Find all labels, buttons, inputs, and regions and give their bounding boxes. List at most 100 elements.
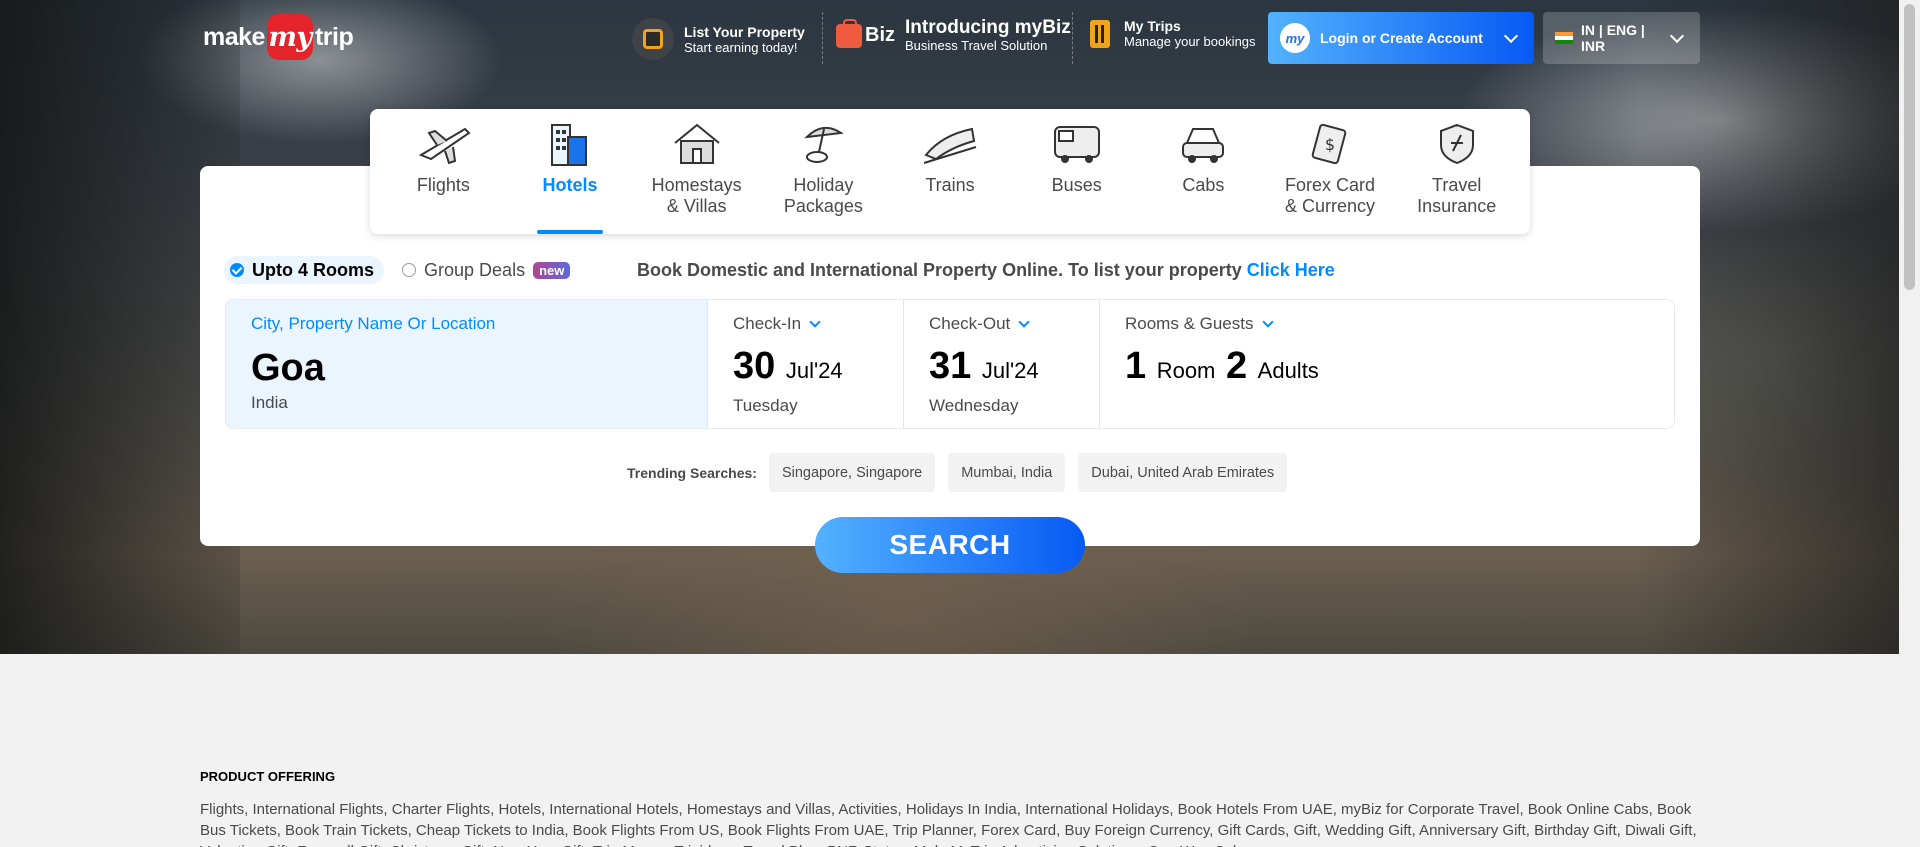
tab-trains[interactable]: Trains bbox=[887, 109, 1014, 234]
tab-label: Buses bbox=[1051, 175, 1102, 195]
login-avatar-icon: my bbox=[1280, 23, 1310, 53]
trending-chip[interactable]: Singapore, Singapore bbox=[768, 453, 936, 492]
tab-buses[interactable]: Buses bbox=[1013, 109, 1140, 234]
my-trips-subtitle: Manage your bookings bbox=[1124, 34, 1256, 49]
trending-chip[interactable]: Mumbai, India bbox=[948, 453, 1066, 492]
checkout-field[interactable]: Check-Out 31 Jul'24 Wednesday bbox=[904, 300, 1100, 428]
city-field[interactable]: City, Property Name Or Location Goa Indi… bbox=[226, 300, 708, 428]
tab-label: Homestays & Villas bbox=[651, 175, 742, 216]
suitcase-icon bbox=[1090, 19, 1110, 48]
login-button[interactable]: my Login or Create Account bbox=[1268, 12, 1534, 64]
homestay-icon bbox=[669, 121, 725, 167]
city-country: India bbox=[251, 393, 288, 412]
click-here-link[interactable]: Click Here bbox=[1247, 260, 1335, 280]
logo-text-trip: trip bbox=[314, 22, 354, 51]
property-icon bbox=[632, 18, 674, 60]
tab-label: Travel Insurance bbox=[1417, 175, 1497, 216]
makemytrip-logo[interactable]: make my trip bbox=[203, 14, 354, 60]
cab-icon bbox=[1175, 121, 1231, 167]
hotel-icon bbox=[542, 121, 598, 167]
tab-label: Hotels bbox=[542, 175, 598, 195]
header-divider bbox=[1072, 12, 1073, 64]
logo-text-make: make bbox=[203, 22, 265, 51]
group-deals-label: Group Deals bbox=[424, 259, 526, 280]
product-offering-section: PRODUCT OFFERING Flights, International … bbox=[200, 769, 1700, 847]
search-button[interactable]: SEARCH bbox=[815, 517, 1085, 573]
hotel-search-fields: City, Property Name Or Location Goa Indi… bbox=[225, 299, 1675, 429]
tagline-text: Book Domestic and International Property… bbox=[637, 260, 1247, 280]
mybiz-title: Introducing myBiz bbox=[905, 17, 1071, 38]
list-property-subtitle: Start earning today! bbox=[684, 39, 798, 55]
rooms-guests-field[interactable]: Rooms & Guests 1 Room 2 Adults bbox=[1100, 300, 1674, 428]
list-property-link[interactable]: List Your Property Start earning today! bbox=[632, 18, 805, 60]
train-icon bbox=[922, 121, 978, 167]
checkin-label: Check-In bbox=[733, 314, 802, 333]
chevron-down-icon bbox=[1261, 316, 1274, 328]
forex-icon: $ bbox=[1302, 121, 1358, 167]
radio-checked-icon bbox=[230, 263, 244, 277]
city-value: Goa bbox=[251, 347, 325, 389]
upto-4-rooms-label: Upto 4 Rooms bbox=[252, 259, 375, 280]
checkin-field[interactable]: Check-In 30 Jul'24 Tuesday bbox=[708, 300, 904, 428]
logo-text-my: my bbox=[266, 14, 313, 60]
svg-text:$: $ bbox=[1325, 135, 1335, 154]
mybiz-link[interactable]: Biz Introducing myBiz Business Travel So… bbox=[836, 18, 1071, 53]
list-property-tagline: Book Domestic and International Property… bbox=[637, 260, 1335, 281]
group-deals-radio[interactable]: Group Deals new bbox=[396, 256, 580, 284]
trending-searches: Trending Searches: Singapore, Singapore … bbox=[627, 453, 1300, 492]
city-label: City, Property Name Or Location bbox=[251, 314, 496, 333]
checkout-month: Jul'24 bbox=[981, 358, 1039, 383]
mybiz-subtitle: Business Travel Solution bbox=[905, 38, 1048, 53]
tab-homestays[interactable]: Homestays & Villas bbox=[633, 109, 760, 234]
checkout-label: Check-Out bbox=[929, 314, 1011, 333]
product-offering-links[interactable]: Flights, International Flights, Charter … bbox=[200, 799, 1700, 847]
mybiz-icon: Biz bbox=[836, 18, 895, 48]
rooms-guests-label: Rooms & Guests bbox=[1125, 314, 1254, 333]
india-flag-icon bbox=[1555, 32, 1573, 44]
locale-label: IN | ENG | INR bbox=[1581, 22, 1645, 54]
chevron-down-icon bbox=[1503, 28, 1519, 44]
trending-chip[interactable]: Dubai, United Arab Emirates bbox=[1078, 453, 1288, 492]
rooms-count: 1 bbox=[1125, 345, 1147, 387]
login-label: Login or Create Account bbox=[1320, 30, 1483, 46]
product-offering-heading: PRODUCT OFFERING bbox=[200, 769, 336, 784]
rooms-word: Room bbox=[1156, 358, 1216, 383]
page-scrollbar[interactable] bbox=[1899, 0, 1920, 847]
tab-travel-insurance[interactable]: Travel Insurance bbox=[1393, 109, 1520, 234]
checkout-weekday: Wednesday bbox=[929, 396, 1019, 415]
checkin-weekday: Tuesday bbox=[733, 396, 798, 415]
room-options: Upto 4 Rooms Group Deals new bbox=[224, 256, 580, 284]
adults-count: 2 bbox=[1225, 345, 1248, 387]
tab-hotels[interactable]: Hotels bbox=[507, 109, 634, 234]
locale-selector[interactable]: IN | ENG | INR bbox=[1543, 12, 1700, 64]
checkout-day: 31 bbox=[929, 345, 972, 387]
trending-label: Trending Searches: bbox=[627, 464, 757, 481]
checkin-day: 30 bbox=[733, 345, 776, 387]
tab-label: Cabs bbox=[1182, 175, 1225, 195]
my-trips-title: My Trips bbox=[1124, 18, 1181, 34]
tab-cabs[interactable]: Cabs bbox=[1140, 109, 1267, 234]
tab-forex[interactable]: $ Forex Card & Currency bbox=[1267, 109, 1394, 234]
chevron-down-icon bbox=[809, 316, 821, 328]
checkin-month: Jul'24 bbox=[785, 358, 843, 383]
plane-icon bbox=[415, 121, 471, 167]
product-nav: Flights Hotels Homestays & Villas Holida… bbox=[370, 109, 1530, 234]
upto-4-rooms-radio[interactable]: Upto 4 Rooms bbox=[224, 256, 385, 284]
radio-unchecked-icon bbox=[402, 263, 417, 277]
tab-flights[interactable]: Flights bbox=[380, 109, 507, 234]
tab-label: Trains bbox=[925, 175, 975, 195]
list-property-title: List Your Property bbox=[684, 23, 805, 40]
insurance-icon bbox=[1429, 121, 1485, 167]
my-trips-link[interactable]: My Trips Manage your bookings bbox=[1090, 18, 1256, 49]
mybiz-badge-text: Biz bbox=[865, 24, 895, 46]
tab-label: Flights bbox=[416, 175, 470, 195]
chevron-down-icon bbox=[1669, 28, 1685, 44]
tab-label: Holiday Packages bbox=[783, 175, 863, 216]
adults-word: Adults bbox=[1257, 358, 1319, 383]
bus-icon bbox=[1049, 121, 1105, 167]
header-divider bbox=[822, 12, 823, 64]
new-badge: new bbox=[533, 261, 571, 279]
chevron-down-icon bbox=[1018, 316, 1030, 328]
tab-holiday-packages[interactable]: Holiday Packages bbox=[760, 109, 887, 234]
scrollbar-thumb[interactable] bbox=[1904, 4, 1915, 290]
